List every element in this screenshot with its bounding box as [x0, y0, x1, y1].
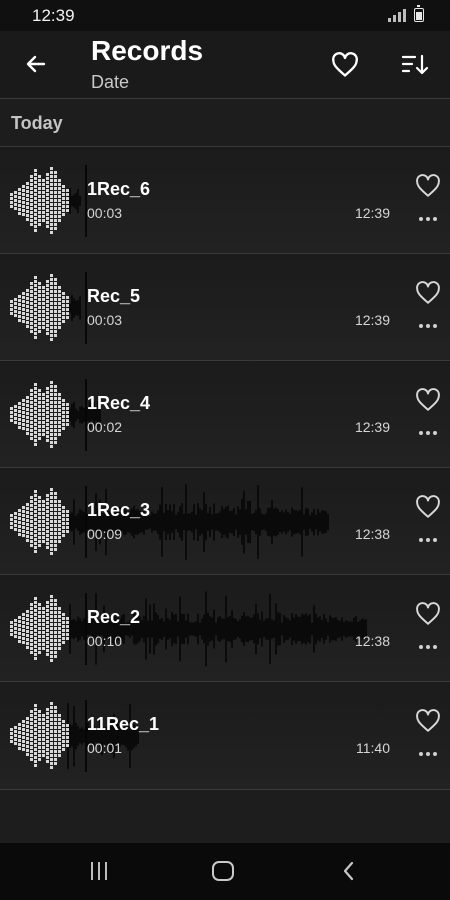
more-options-button[interactable]	[412, 744, 444, 764]
record-duration: 00:03	[87, 205, 123, 221]
record-row[interactable]: 11Rec_1 00:01 11:40	[0, 681, 450, 790]
sort-icon	[401, 54, 429, 75]
back-button[interactable]	[20, 48, 52, 80]
favorites-button[interactable]	[328, 48, 362, 82]
favorite-toggle[interactable]	[412, 706, 444, 736]
more-options-button[interactable]	[412, 316, 444, 336]
record-row[interactable]: 1Rec_6 00:03 12:39	[0, 146, 450, 253]
record-time: 12:39	[354, 312, 390, 328]
records-list: 1Rec_6 00:03 12:39 Rec_5 00:03 12:39 1Re…	[0, 146, 450, 790]
waveform-thumbnail	[10, 165, 87, 237]
heart-icon	[416, 495, 440, 518]
record-time: 12:38	[354, 633, 390, 649]
battery-icon	[414, 5, 424, 22]
record-row[interactable]: Rec_5 00:03 12:39	[0, 253, 450, 360]
waveform-thumbnail	[10, 700, 139, 772]
heart-icon	[416, 388, 440, 411]
record-time: 12:39	[354, 419, 390, 435]
record-name: 1Rec_4	[87, 393, 151, 413]
section-header: Today	[11, 113, 63, 133]
app-bar-divider	[0, 98, 450, 99]
record-row[interactable]: 1Rec_3 00:09 12:38	[0, 467, 450, 574]
record-time: 12:39	[354, 205, 390, 221]
more-options-button[interactable]	[412, 423, 444, 443]
heart-icon	[416, 281, 440, 304]
waveform-thumbnail	[10, 484, 329, 560]
favorite-toggle[interactable]	[412, 278, 444, 308]
waveform-thumbnail	[10, 272, 87, 344]
favorite-toggle[interactable]	[412, 171, 444, 201]
heart-icon	[416, 602, 440, 625]
more-options-button[interactable]	[412, 530, 444, 550]
record-time: 11:40	[356, 740, 390, 756]
record-duration: 00:10	[87, 633, 123, 649]
status-time: 12:39	[32, 6, 75, 25]
record-duration: 00:09	[87, 526, 123, 542]
heart-icon	[332, 52, 358, 77]
heart-icon	[416, 174, 440, 197]
app-bar: Records Date	[0, 31, 450, 98]
record-duration: 00:02	[87, 419, 123, 435]
page-title: Records	[91, 35, 204, 66]
sort-button[interactable]	[398, 48, 432, 82]
record-name: 11Rec_1	[87, 714, 160, 734]
record-name: Rec_2	[87, 607, 141, 627]
heart-icon	[416, 709, 440, 732]
home-button[interactable]	[212, 861, 234, 881]
system-nav-bar	[0, 843, 450, 900]
sort-subtitle: Date	[91, 72, 130, 92]
record-name: 1Rec_6	[87, 179, 151, 199]
favorite-toggle[interactable]	[412, 599, 444, 629]
arrow-left-icon	[26, 55, 46, 73]
record-duration: 00:01	[87, 740, 123, 756]
waveform-thumbnail	[10, 591, 367, 667]
favorite-toggle[interactable]	[412, 492, 444, 522]
waveform-thumbnail	[10, 379, 101, 451]
record-row[interactable]: Rec_2 00:10 12:38	[0, 574, 450, 681]
record-row[interactable]: 1Rec_4 00:02 12:39	[0, 360, 450, 467]
record-time: 12:38	[354, 526, 390, 542]
record-name: 1Rec_3	[87, 500, 151, 520]
favorite-toggle[interactable]	[412, 385, 444, 415]
more-options-button[interactable]	[412, 637, 444, 657]
record-name: Rec_5	[87, 286, 141, 306]
more-options-button[interactable]	[412, 209, 444, 229]
recents-button[interactable]	[87, 862, 111, 882]
signal-icon	[388, 8, 406, 22]
status-icons	[388, 5, 424, 22]
nav-back-icon[interactable]	[337, 859, 361, 883]
record-duration: 00:03	[87, 312, 123, 328]
status-bar: 12:39	[0, 0, 450, 31]
